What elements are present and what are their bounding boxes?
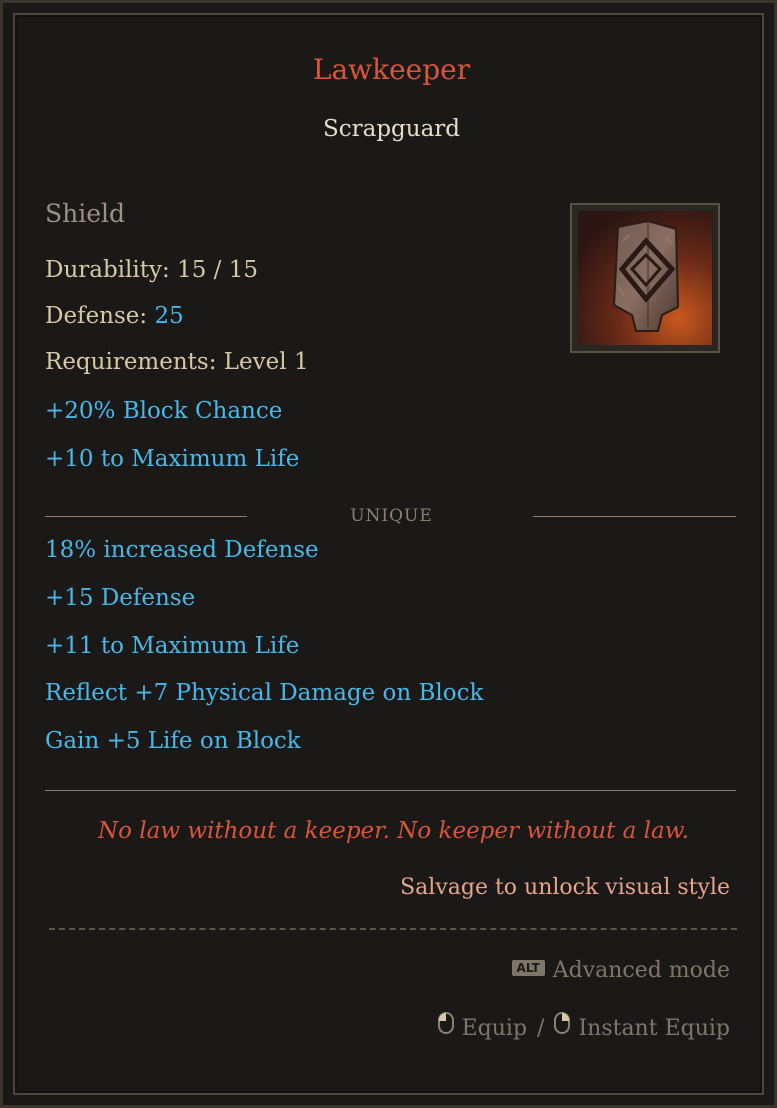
instant-equip-action[interactable]: Instant Equip (578, 1016, 730, 1041)
item-tooltip: Lawkeeper Scrapguard Shield Durability: … (0, 0, 777, 1108)
unique-affix: Reflect +7 Physical Damage on Block (45, 680, 484, 706)
durability-value: 15 / 15 (177, 257, 258, 283)
requirements-value: Level 1 (223, 349, 309, 375)
equip-hints: Equip / Instant Equip (437, 1012, 730, 1043)
unique-affix: Gain +5 Life on Block (45, 728, 301, 754)
defense-value: 25 (154, 303, 184, 329)
advanced-mode-label: Advanced mode (552, 958, 730, 983)
alt-key-badge: ALT (511, 960, 545, 976)
unique-affix: 18% increased Defense (45, 537, 319, 563)
hint-separator: / (537, 1016, 545, 1041)
item-name: Lawkeeper (312, 53, 471, 86)
item-base-type: Scrapguard (322, 116, 461, 142)
flavor-text: No law without a keeper. No keeper witho… (97, 818, 689, 844)
unique-affix: +15 Defense (45, 585, 196, 611)
unique-divider-right (533, 516, 736, 517)
flavor-divider (45, 790, 736, 791)
defense-label: Defense: (45, 303, 148, 329)
right-mouse-icon (554, 1012, 571, 1040)
equip-action[interactable]: Equip (462, 1016, 527, 1041)
implicit-affix: +20% Block Chance (45, 398, 283, 424)
hint-divider (49, 928, 737, 930)
implicit-affix: +10 to Maximum Life (45, 446, 300, 472)
shield-icon (578, 211, 712, 345)
left-mouse-icon (437, 1012, 454, 1040)
item-category: Shield (45, 199, 126, 228)
durability-label: Durability: (45, 257, 170, 283)
unique-affix: +11 to Maximum Life (45, 633, 300, 659)
advanced-mode-hint[interactable]: ALT Advanced mode (511, 958, 730, 983)
durability-stat: Durability: 15 / 15 (45, 257, 258, 283)
requirements-stat: Requirements: Level 1 (45, 349, 309, 375)
defense-stat: Defense: 25 (45, 303, 184, 329)
salvage-text: Salvage to unlock visual style (400, 875, 730, 900)
requirements-label: Requirements: (45, 349, 217, 375)
item-icon-frame (570, 203, 720, 353)
